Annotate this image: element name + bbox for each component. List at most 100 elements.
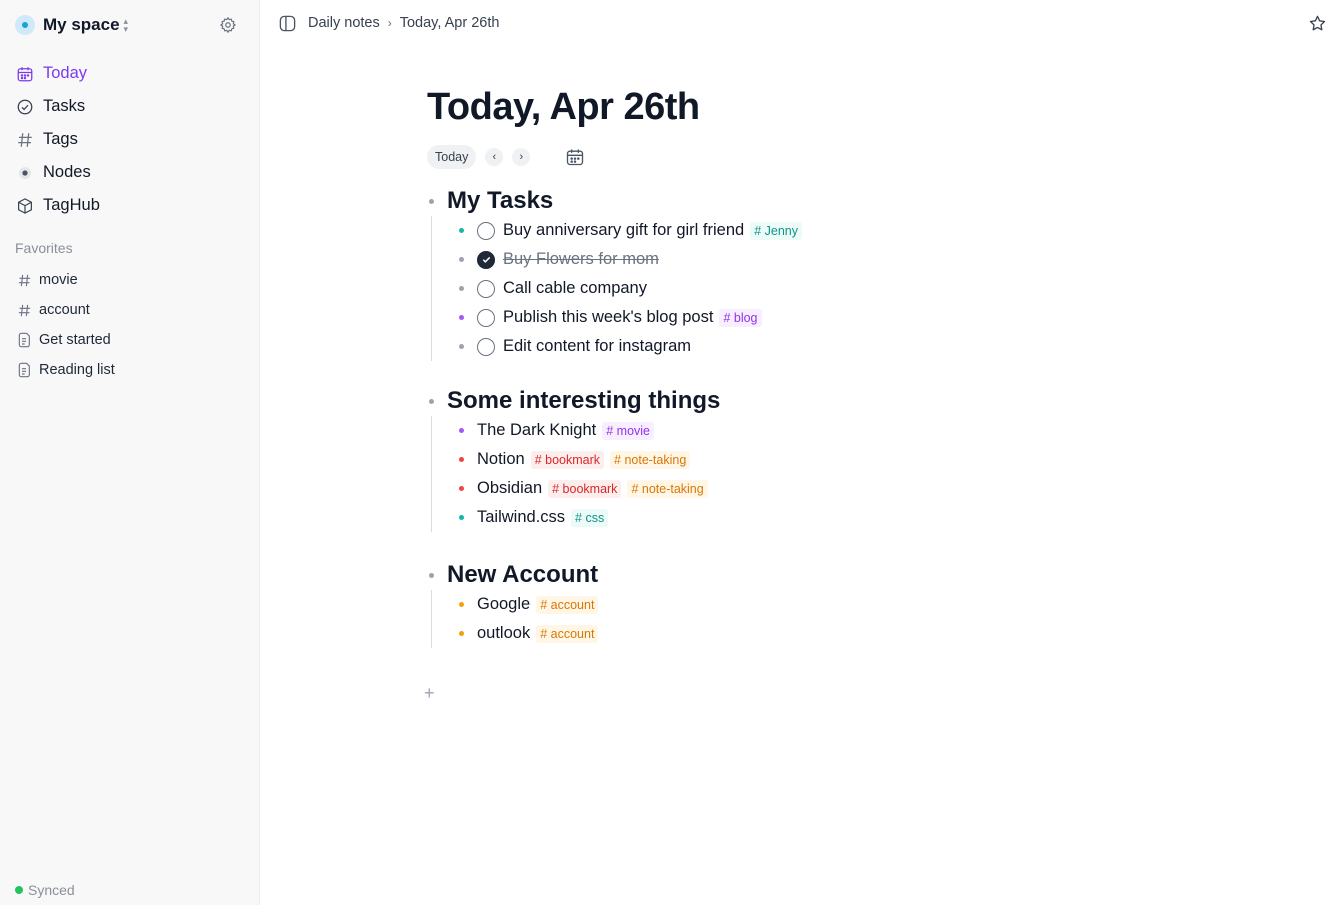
bullet-icon[interactable] xyxy=(429,398,434,404)
favorite-item-reading-list[interactable]: Reading list xyxy=(15,355,245,385)
today-button[interactable]: Today xyxy=(427,145,477,169)
sync-status-label: Synced xyxy=(28,882,75,898)
breadcrumb-current[interactable]: Today, Apr 26th xyxy=(400,15,500,31)
next-day-button[interactable]: › xyxy=(512,148,531,166)
tag-chip[interactable]: # movie xyxy=(602,421,655,440)
nav-item-taghub[interactable]: TagHub xyxy=(15,189,245,222)
item-text[interactable]: Tailwind.css xyxy=(477,508,565,527)
section-title: New Account xyxy=(447,561,599,588)
bullet-icon[interactable] xyxy=(429,198,434,204)
outline-section: Some interesting things The Dark Knight # … xyxy=(427,386,720,532)
item-text[interactable]: outlook xyxy=(477,624,530,643)
list-item[interactable]: outlook # account xyxy=(459,619,599,648)
space-name: My space xyxy=(43,15,120,34)
node-icon xyxy=(15,163,35,183)
bullet-icon[interactable] xyxy=(459,486,464,491)
hash-icon xyxy=(15,271,33,289)
favorites-list: movie account Get started Reading list xyxy=(15,265,245,385)
list-item[interactable]: The Dark Knight # movie xyxy=(459,416,720,445)
add-block-icon[interactable]: + xyxy=(424,683,435,704)
sidebar-toggle-icon[interactable] xyxy=(278,14,297,33)
list-item[interactable]: Tailwind.css # css xyxy=(459,503,720,532)
checkbox-icon[interactable] xyxy=(477,279,495,298)
breadcrumb: Daily notes › Today, Apr 26th xyxy=(308,15,499,31)
bullet-icon[interactable] xyxy=(459,631,464,636)
space-icon xyxy=(15,15,35,35)
bullet-icon[interactable] xyxy=(459,286,464,291)
page-icon xyxy=(15,361,33,379)
chevron-up-down-icon: ▴ ▾ xyxy=(123,16,129,34)
bullet-icon[interactable] xyxy=(459,315,464,320)
breadcrumb-parent[interactable]: Daily notes xyxy=(308,15,380,31)
bullet-icon[interactable] xyxy=(429,572,434,578)
favorite-item-account[interactable]: account xyxy=(15,295,245,325)
item-text[interactable]: Edit content for instagram xyxy=(503,337,691,356)
bullet-icon[interactable] xyxy=(459,602,464,607)
nav-item-label: Tags xyxy=(43,130,78,148)
item-text[interactable]: The Dark Knight xyxy=(477,421,596,440)
checkbox-icon[interactable] xyxy=(477,221,495,240)
nav-item-nodes[interactable]: Nodes xyxy=(15,156,245,189)
favorite-item-movie[interactable]: movie xyxy=(15,265,245,295)
outline-section: My Tasks Buy anniversary gift for girl fr… xyxy=(427,186,802,361)
bullet-icon[interactable] xyxy=(459,344,464,349)
section-children: Google # account outlook # account xyxy=(431,590,599,648)
list-item[interactable]: Notion # bookmark # note-taking xyxy=(459,445,720,474)
bullet-icon[interactable] xyxy=(459,515,464,520)
task-item[interactable]: Buy Flowers for mom xyxy=(459,245,802,274)
item-text[interactable]: Publish this week's blog post xyxy=(503,308,713,327)
nav-item-label: Nodes xyxy=(43,163,91,181)
bullet-icon[interactable] xyxy=(459,457,464,462)
star-icon[interactable] xyxy=(1308,14,1327,33)
list-item[interactable]: Obsidian # bookmark # note-taking xyxy=(459,474,720,503)
task-item[interactable]: Buy anniversary gift for girl friend # Je… xyxy=(459,216,802,245)
favorite-item-get-started[interactable]: Get started xyxy=(15,325,245,355)
tag-chip[interactable]: # Jenny xyxy=(750,221,802,240)
task-item[interactable]: Call cable company xyxy=(459,274,802,303)
space-switcher[interactable]: My space ▴ ▾ xyxy=(15,13,128,37)
tag-chip[interactable]: # blog xyxy=(719,308,762,327)
tag-chip[interactable]: # note-taking xyxy=(627,479,708,498)
bullet-icon[interactable] xyxy=(459,428,464,433)
tag-chip[interactable]: # note-taking xyxy=(610,450,691,469)
item-text[interactable]: Obsidian xyxy=(477,479,542,498)
tag-chip[interactable]: # css xyxy=(571,508,609,527)
previous-day-button[interactable]: ‹ xyxy=(485,148,504,166)
section-header[interactable]: My Tasks xyxy=(427,186,802,216)
nav-item-tags[interactable]: Tags xyxy=(15,123,245,156)
checked-checkbox-icon[interactable] xyxy=(477,250,495,269)
calendar-icon xyxy=(15,64,35,84)
hash-icon xyxy=(15,301,33,319)
item-text[interactable]: Notion xyxy=(477,450,525,469)
section-header[interactable]: Some interesting things xyxy=(427,386,720,416)
tag-chip[interactable]: # account xyxy=(536,624,599,643)
checkbox-icon[interactable] xyxy=(477,337,495,356)
section-title: Some interesting things xyxy=(447,387,721,414)
tag-chip[interactable]: # account xyxy=(536,595,599,614)
section-children: Buy anniversary gift for girl friend # Je… xyxy=(431,216,802,361)
favorite-label: Reading list xyxy=(39,362,115,378)
bullet-icon[interactable] xyxy=(459,228,464,233)
cube-icon xyxy=(15,196,35,216)
calendar-icon[interactable] xyxy=(565,147,585,167)
favorite-label: movie xyxy=(39,272,78,288)
nav-item-today[interactable]: Today xyxy=(15,57,245,90)
tag-chip[interactable]: # bookmark xyxy=(530,450,605,469)
task-item[interactable]: Edit content for instagram xyxy=(459,332,802,361)
checkbox-icon[interactable] xyxy=(477,308,495,327)
bullet-icon[interactable] xyxy=(459,257,464,262)
item-text[interactable]: Google xyxy=(477,595,530,614)
item-text[interactable]: Buy Flowers for mom xyxy=(503,250,659,269)
section-header[interactable]: New Account xyxy=(427,560,598,590)
nav-item-tasks[interactable]: Tasks xyxy=(15,90,245,123)
page-title: Today, Apr 26th xyxy=(427,86,700,128)
list-item[interactable]: Google # account xyxy=(459,590,599,619)
item-text[interactable]: Buy anniversary gift for girl friend xyxy=(503,221,744,240)
gear-icon[interactable] xyxy=(219,16,237,34)
favorite-label: Get started xyxy=(39,332,111,348)
task-item[interactable]: Publish this week's blog post # blog xyxy=(459,303,802,332)
sidebar: My space ▴ ▾ Today Tasks Tags Nodes TagH… xyxy=(0,0,260,905)
tag-chip[interactable]: # bookmark xyxy=(548,479,622,498)
item-text[interactable]: Call cable company xyxy=(503,279,647,298)
section-title: My Tasks xyxy=(447,187,554,214)
